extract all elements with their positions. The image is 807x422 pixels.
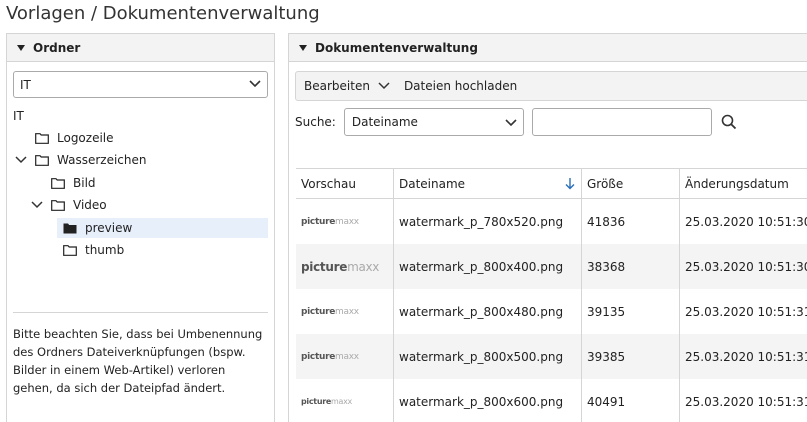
folder-select-value: IT	[20, 77, 31, 92]
chevron-down-icon	[249, 80, 261, 88]
preview-cell: picturemaxx	[296, 289, 394, 334]
documents-table: Vorschau Dateiname Größe Änderungsdatum …	[296, 168, 807, 422]
toolbar: Bearbeiten Dateien hochladen	[295, 71, 807, 101]
picturemaxx-logo: picturemaxx	[301, 351, 359, 362]
chevron-down-icon	[378, 82, 390, 90]
folder-outline-icon	[63, 244, 77, 256]
folder-panel-header[interactable]: Ordner	[7, 34, 274, 62]
edit-menu-button[interactable]: Bearbeiten	[304, 79, 390, 93]
date-cell: 25.03.2020 10:51:31	[680, 379, 807, 422]
document-panel-header[interactable]: Dokumentenverwaltung	[289, 34, 807, 62]
column-header-label: Dateiname	[399, 176, 466, 191]
picturemaxx-logo: picturemaxx	[301, 306, 359, 317]
search-icon	[721, 114, 736, 130]
folder-panel: Ordner IT IT Logozeile Wasserzeichen Bil…	[6, 33, 275, 422]
tree-item-preview[interactable]: preview	[57, 218, 268, 238]
table-row[interactable]: picturemaxx watermark_p_800x500.png 3938…	[296, 334, 807, 379]
picturemaxx-logo: picturemaxx	[301, 259, 380, 274]
tree-item-label: thumb	[85, 243, 125, 257]
column-header-filename[interactable]: Dateiname	[394, 169, 582, 198]
filename-cell: watermark_p_780x520.png	[394, 199, 582, 244]
folder-panel-title: Ordner	[33, 40, 81, 55]
tree-item-thumb[interactable]: thumb	[63, 240, 124, 260]
tree-item-bild[interactable]: Bild	[51, 173, 96, 193]
tree-item-video[interactable]: Video	[31, 195, 107, 215]
date-cell: 25.03.2020 10:51:30	[680, 244, 807, 289]
folder-outline-icon	[35, 154, 49, 166]
size-cell: 39135	[582, 289, 680, 334]
size-cell: 38368	[582, 244, 680, 289]
search-field-select[interactable]: Dateiname	[343, 108, 524, 136]
preview-cell: picturemaxx	[296, 379, 394, 422]
column-header-label: Größe	[587, 176, 624, 191]
preview-cell: picturemaxx	[296, 334, 394, 379]
table-row[interactable]: picturemaxx watermark_p_780x520.png 4183…	[296, 199, 807, 244]
sort-arrow-down-icon	[565, 178, 575, 190]
preview-cell: picturemaxx	[296, 199, 394, 244]
date-cell: 25.03.2020 10:51:31	[680, 334, 807, 379]
tree-item-it[interactable]: IT	[13, 106, 24, 126]
edit-menu-label: Bearbeiten	[304, 79, 370, 93]
picturemaxx-logo: picturemaxx	[301, 397, 352, 406]
tree-item-wasserzeichen[interactable]: Wasserzeichen	[15, 150, 146, 170]
size-cell: 39385	[582, 334, 680, 379]
folder-select[interactable]: IT	[13, 71, 268, 98]
divider	[13, 312, 268, 313]
filename-cell: watermark_p_800x600.png	[394, 379, 582, 422]
column-header-size[interactable]: Größe	[582, 169, 680, 198]
document-panel-title: Dokumentenverwaltung	[315, 40, 478, 55]
search-bar: Suche: Dateiname	[295, 108, 740, 136]
column-header-label: Vorschau	[301, 176, 356, 191]
table-row[interactable]: picturemaxx watermark_p_800x400.png 3836…	[296, 244, 807, 289]
caret-down-icon	[17, 44, 25, 51]
chevron-down-icon[interactable]	[31, 200, 43, 210]
column-header-modified[interactable]: Änderungsdatum	[680, 169, 807, 198]
search-input[interactable]	[531, 108, 712, 136]
column-header-label: Änderungsdatum	[685, 176, 789, 191]
upload-files-button[interactable]: Dateien hochladen	[404, 79, 517, 93]
column-header-preview[interactable]: Vorschau	[296, 169, 394, 198]
page-title: Vorlagen / Dokumentenverwaltung	[6, 3, 320, 24]
size-cell: 41836	[582, 199, 680, 244]
tree-item-logozeile[interactable]: Logozeile	[35, 128, 114, 148]
search-field-value: Dateiname	[351, 115, 418, 129]
tree-item-label: Wasserzeichen	[57, 153, 147, 167]
chevron-down-icon	[505, 119, 517, 127]
table-header: Vorschau Dateiname Größe Änderungsdatum	[296, 169, 807, 199]
filename-cell: watermark_p_800x500.png	[394, 334, 582, 379]
picturemaxx-logo: picturemaxx	[301, 216, 359, 227]
folder-outline-icon	[35, 132, 49, 144]
tree-item-label: preview	[85, 221, 133, 235]
filename-cell: watermark_p_800x480.png	[394, 289, 582, 334]
table-row[interactable]: picturemaxx watermark_p_800x480.png 3913…	[296, 289, 807, 334]
document-panel: Dokumentenverwaltung Bearbeiten Dateien …	[288, 33, 807, 422]
tree-item-label: Logozeile	[57, 131, 114, 145]
tree-item-label: IT	[13, 109, 24, 123]
tree-item-label: Video	[73, 198, 107, 212]
folder-outline-icon	[51, 177, 65, 189]
folder-filled-icon	[63, 223, 77, 233]
search-button[interactable]	[718, 111, 740, 133]
rename-warning-text: Bitte beachten Sie, dass bei Umbenennung…	[13, 327, 263, 395]
table-row[interactable]: picturemaxx watermark_p_800x600.png 4049…	[296, 379, 807, 422]
folder-outline-icon	[51, 199, 65, 211]
upload-files-label: Dateien hochladen	[403, 79, 518, 93]
tree-item-label: Bild	[73, 176, 96, 190]
caret-down-icon	[299, 44, 307, 51]
date-cell: 25.03.2020 10:51:30	[680, 199, 807, 244]
filename-cell: watermark_p_800x400.png	[394, 244, 582, 289]
search-label: Suche:	[295, 115, 336, 129]
preview-cell: picturemaxx	[296, 244, 394, 289]
size-cell: 40491	[582, 379, 680, 422]
date-cell: 25.03.2020 10:51:31	[680, 289, 807, 334]
chevron-down-icon[interactable]	[15, 155, 27, 165]
